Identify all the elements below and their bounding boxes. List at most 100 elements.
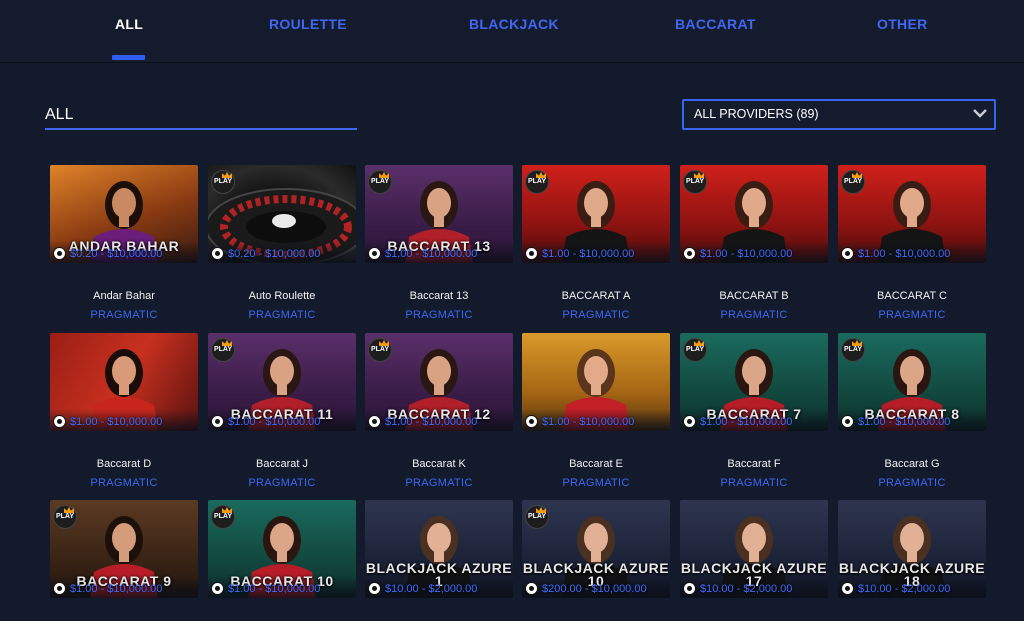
game-card[interactable]: PLAY BACCARAT 11 $1.00 - $10,000.00 Baccara… <box>208 333 356 489</box>
provider-select-value: ALL PROVIDERS (89) <box>694 107 819 121</box>
game-card[interactable]: BLACKJACK AZURE 18 $10.00 - $2,000.00 <box>838 500 986 598</box>
game-card[interactable]: $1.00 - $10,000.00 Baccarat E PRAGMATIC <box>522 333 670 489</box>
game-thumbnail[interactable]: $1.00 - $10,000.00 <box>522 333 670 431</box>
chip-icon <box>525 415 538 428</box>
tab-all[interactable]: ALL <box>115 16 143 32</box>
game-thumbnail[interactable]: PLAY BLACKJACK AZURE 10 $200.00 - $10,000.… <box>522 500 670 598</box>
game-provider: PRAGMATIC <box>720 477 788 489</box>
chip-icon <box>683 582 696 595</box>
bet-range: $10.00 - $2,000.00 <box>700 583 793 595</box>
game-provider: PRAGMATIC <box>405 309 473 321</box>
game-card[interactable]: PLAY BACCARAT 10 $1.00 - $10,000.00 <box>208 500 356 598</box>
bet-range: $1.00 - $10,000.00 <box>70 416 163 428</box>
chip-icon <box>683 247 696 260</box>
game-name[interactable]: Auto Roulette <box>208 290 356 304</box>
game-name[interactable]: BACCARAT A <box>522 290 670 304</box>
game-name[interactable]: BACCARAT C <box>838 290 986 304</box>
chip-icon <box>368 415 381 428</box>
game-name[interactable]: Baccarat G <box>838 458 986 472</box>
play-badge-icon: PLAY <box>525 505 549 529</box>
game-card[interactable]: PLAY $1.00 - $10,000.00 BACCARAT B PRAGMATI… <box>680 165 828 321</box>
game-provider: PRAGMATIC <box>720 309 788 321</box>
play-badge-icon: PLAY <box>683 338 707 362</box>
game-provider: PRAGMATIC <box>90 477 158 489</box>
game-thumbnail[interactable]: PLAY BACCARAT 13 $1.00 - $10,000.00 <box>365 165 513 263</box>
game-thumbnail[interactable]: PLAY $1.00 - $10,000.00 <box>838 165 986 263</box>
game-thumbnail[interactable]: PLAY $1.00 - $10,000.00 <box>522 165 670 263</box>
chip-icon <box>368 247 381 260</box>
game-card[interactable]: $1.00 - $10,000.00 Baccarat D PRAGMATIC <box>50 333 198 489</box>
bet-range: $1.00 - $10,000.00 <box>385 248 478 260</box>
tab-other[interactable]: OTHER <box>877 16 928 32</box>
bet-range: $10.00 - $2,000.00 <box>385 583 478 595</box>
chip-icon <box>211 582 224 595</box>
chip-icon <box>211 415 224 428</box>
game-thumbnail[interactable]: PLAY BACCARAT 8 $1.00 - $10,000.00 <box>838 333 986 431</box>
category-tabs: ALL ROULETTE BLACKJACK BACCARAT OTHER <box>0 0 1024 63</box>
provider-select[interactable]: ALL PROVIDERS (89) <box>682 99 996 130</box>
game-thumbnail[interactable]: BLACKJACK AZURE 18 $10.00 - $2,000.00 <box>838 500 986 598</box>
bet-range: $1.00 - $10,000.00 <box>385 416 478 428</box>
search-input[interactable]: ALL <box>45 102 357 130</box>
game-card[interactable]: PLAY BACCARAT 7 $1.00 - $10,000.00 Baccarat… <box>680 333 828 489</box>
chip-icon <box>211 247 224 260</box>
bet-range: $10.00 - $2,000.00 <box>858 583 951 595</box>
game-thumbnail[interactable]: BLACKJACK AZURE 17 $10.00 - $2,000.00 <box>680 500 828 598</box>
play-badge-icon: PLAY <box>368 338 392 362</box>
game-thumbnail[interactable]: PLAY BACCARAT 10 $1.00 - $10,000.00 <box>208 500 356 598</box>
game-thumbnail[interactable]: PLAY BACCARAT 11 $1.00 - $10,000.00 <box>208 333 356 431</box>
play-badge-icon: PLAY <box>53 505 77 529</box>
game-thumbnail[interactable]: $1.00 - $10,000.00 <box>50 333 198 431</box>
game-name[interactable]: BACCARAT B <box>680 290 828 304</box>
game-card[interactable]: PLAY $0.20 - $10,000.00 Auto Roulette PRAGM… <box>208 165 356 321</box>
game-thumbnail[interactable]: PLAY BACCARAT 12 $1.00 - $10,000.00 <box>365 333 513 431</box>
chip-icon <box>683 415 696 428</box>
game-card[interactable]: PLAY BACCARAT 12 $1.00 - $10,000.00 Baccara… <box>365 333 513 489</box>
chip-icon <box>841 415 854 428</box>
game-thumbnail[interactable]: PLAY BACCARAT 7 $1.00 - $10,000.00 <box>680 333 828 431</box>
game-provider: PRAGMATIC <box>878 309 946 321</box>
game-name[interactable]: Baccarat D <box>50 458 198 472</box>
tab-baccarat[interactable]: BACCARAT <box>675 16 756 32</box>
play-badge-icon: PLAY <box>525 170 549 194</box>
game-thumbnail[interactable]: PLAY BACCARAT 9 $1.00 - $10,000.00 <box>50 500 198 598</box>
bet-range: $0.20 - $10,000.00 <box>70 248 163 260</box>
game-card[interactable]: BLACKJACK AZURE 1 $10.00 - $2,000.00 <box>365 500 513 598</box>
game-name[interactable]: Baccarat F <box>680 458 828 472</box>
chip-icon <box>525 582 538 595</box>
game-thumbnail[interactable]: PLAY $1.00 - $10,000.00 <box>680 165 828 263</box>
game-card[interactable]: BLACKJACK AZURE 17 $10.00 - $2,000.00 <box>680 500 828 598</box>
filter-bar: ALL ALL PROVIDERS (89) <box>0 63 1024 137</box>
bet-range: $1.00 - $10,000.00 <box>858 416 951 428</box>
game-card[interactable]: PLAY $1.00 - $10,000.00 BACCARAT A PRAGMATI… <box>522 165 670 321</box>
game-card[interactable]: PLAY BLACKJACK AZURE 10 $200.00 - $10,000.… <box>522 500 670 598</box>
game-card[interactable]: PLAY BACCARAT 9 $1.00 - $10,000.00 <box>50 500 198 598</box>
game-card[interactable]: ANDAR BAHAR $0.20 - $10,000.00 Andar Bahar… <box>50 165 198 321</box>
game-thumbnail[interactable]: PLAY $0.20 - $10,000.00 <box>208 165 356 263</box>
game-name[interactable]: Baccarat J <box>208 458 356 472</box>
chip-icon <box>841 247 854 260</box>
game-thumbnail[interactable]: BLACKJACK AZURE 1 $10.00 - $2,000.00 <box>365 500 513 598</box>
game-name[interactable]: Andar Bahar <box>50 290 198 304</box>
active-tab-indicator <box>112 55 145 60</box>
play-badge-icon: PLAY <box>211 505 235 529</box>
game-provider: PRAGMATIC <box>562 477 630 489</box>
game-provider: PRAGMATIC <box>878 477 946 489</box>
game-card[interactable]: PLAY BACCARAT 8 $1.00 - $10,000.00 Baccarat… <box>838 333 986 489</box>
game-name[interactable]: Baccarat 13 <box>365 290 513 304</box>
game-name[interactable]: Baccarat E <box>522 458 670 472</box>
game-thumbnail[interactable]: ANDAR BAHAR $0.20 - $10,000.00 <box>50 165 198 263</box>
chip-icon <box>53 415 66 428</box>
game-provider: PRAGMATIC <box>248 309 316 321</box>
game-name[interactable]: Baccarat K <box>365 458 513 472</box>
tab-blackjack[interactable]: BLACKJACK <box>469 16 559 32</box>
game-card[interactable]: PLAY $1.00 - $10,000.00 BACCARAT C PRAGMATI… <box>838 165 986 321</box>
game-provider: PRAGMATIC <box>562 309 630 321</box>
game-card[interactable]: PLAY BACCARAT 13 $1.00 - $10,000.00 Baccara… <box>365 165 513 321</box>
chip-icon <box>525 247 538 260</box>
bet-range: $1.00 - $10,000.00 <box>542 248 635 260</box>
bet-range: $1.00 - $10,000.00 <box>700 416 793 428</box>
tab-roulette[interactable]: ROULETTE <box>269 16 347 32</box>
chip-icon <box>53 247 66 260</box>
game-provider: PRAGMATIC <box>405 477 473 489</box>
